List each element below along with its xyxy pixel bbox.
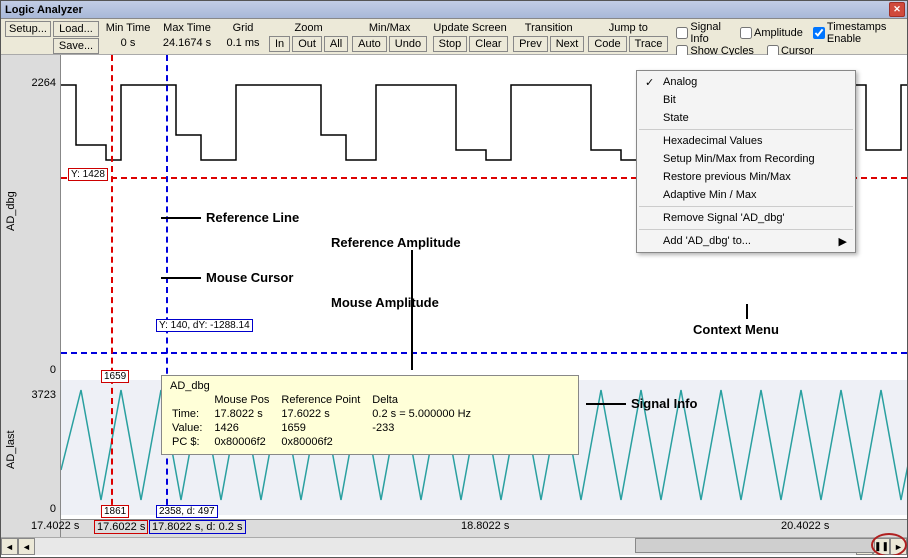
annot-signal-info: Signal Info xyxy=(631,396,697,411)
ctx-bit[interactable]: Bit xyxy=(639,91,853,109)
zoom-out-button[interactable]: Out xyxy=(292,36,322,52)
scroll-thumb[interactable] xyxy=(635,538,875,553)
x-red-bot-marker: 1861 xyxy=(101,505,129,518)
ctx-adaptive-minmax[interactable]: Adaptive Min / Max xyxy=(639,186,853,204)
zoom-label: Zoom xyxy=(279,21,339,35)
signal-label-column: AD_dbg AD_last xyxy=(1,55,21,555)
amplitude-check[interactable]: Amplitude xyxy=(740,21,803,45)
scroll-left2-button[interactable]: ◄ xyxy=(18,538,35,555)
transition-prev-button[interactable]: Prev xyxy=(513,36,548,52)
xaxis-v1: 17.4022 s xyxy=(31,520,79,532)
jump-code-button[interactable]: Code xyxy=(588,36,626,52)
signal-2-label: AD_last xyxy=(5,449,17,469)
signal-info-box: AD_dbg Mouse Pos Reference Point Delta T… xyxy=(161,375,579,455)
xaxis-v5: 20.4022 s xyxy=(781,520,829,532)
check-icon: ✓ xyxy=(645,76,654,89)
ctx-sep xyxy=(639,206,853,207)
close-button[interactable]: ✕ xyxy=(889,2,905,17)
ctx-add-signal[interactable]: Add 'AD_dbg' to...▶ xyxy=(639,232,853,250)
zoom-all-button[interactable]: All xyxy=(324,36,348,52)
setup-button[interactable]: Setup... xyxy=(5,21,51,37)
waveform-canvas[interactable]: Y: 1428 Y: 140, dY: -1288.14 1659 1861 2… xyxy=(61,55,907,519)
minmax-undo-button[interactable]: Undo xyxy=(389,36,427,52)
minmax-label: Min/Max xyxy=(358,21,422,35)
y-red-marker: Y: 1428 xyxy=(68,168,108,181)
min-time-value: 0 s xyxy=(103,36,153,50)
update-clear-button[interactable]: Clear xyxy=(469,36,507,52)
ctx-remove-signal[interactable]: Remove Signal 'AD_dbg' xyxy=(639,209,853,227)
jump-trace-button[interactable]: Trace xyxy=(629,36,669,52)
load-button[interactable]: Load... xyxy=(53,21,99,37)
ref-cursor-x[interactable] xyxy=(111,55,113,515)
ctx-sep xyxy=(639,229,853,230)
sig2-ymax: 3723 xyxy=(20,389,56,401)
signal-1-label: AD_dbg xyxy=(5,211,17,231)
logic-analyzer-window: Logic Analyzer ✕ Setup... Load... Save..… xyxy=(0,0,908,558)
ctx-state[interactable]: State xyxy=(639,109,853,127)
highlight-ellipse xyxy=(871,533,907,555)
sig2-ymin: 0 xyxy=(20,503,56,515)
ctx-restore-minmax[interactable]: Restore previous Min/Max xyxy=(639,168,853,186)
chevron-right-icon: ▶ xyxy=(839,235,847,248)
ctx-sep xyxy=(639,129,853,130)
scroll-track[interactable] xyxy=(35,538,856,555)
h-scrollbar[interactable]: ◄ ◄ ► ❚❚ ► xyxy=(1,537,907,555)
infobox-title: AD_dbg xyxy=(170,380,570,392)
save-button[interactable]: Save... xyxy=(53,38,99,54)
transition-label: Transition xyxy=(519,21,579,35)
grid-label: Grid xyxy=(221,21,265,35)
annot-ref-line: Reference Line xyxy=(206,210,299,225)
mouse-line-y[interactable] xyxy=(61,352,907,354)
ctx-setup-minmax[interactable]: Setup Min/Max from Recording xyxy=(639,150,853,168)
titlebar[interactable]: Logic Analyzer ✕ xyxy=(1,1,907,19)
grid-value: 0.1 ms xyxy=(221,36,265,50)
plot-area: AD_dbg AD_last 2264 0 3723 0 xyxy=(1,55,907,555)
annot-mouse-amp: Mouse Amplitude xyxy=(331,295,439,310)
signal-info-check[interactable]: Signal Info xyxy=(676,21,730,45)
sig1-ymax: 2264 xyxy=(20,77,56,89)
xaxis-v3: 17.8022 s, d: 0.2 s xyxy=(149,520,246,534)
max-time-label: Max Time xyxy=(157,21,217,35)
xaxis-v4: 18.8022 s xyxy=(461,520,509,532)
toolbar: Setup... Load... Save... Min Time 0 s Ma… xyxy=(1,19,907,55)
min-time-label: Min Time xyxy=(103,21,153,35)
zoom-in-button[interactable]: In xyxy=(269,36,290,52)
context-menu: ✓Analog Bit State Hexadecimal Values Set… xyxy=(636,70,856,253)
timestamps-check[interactable]: Timestamps Enable xyxy=(813,21,903,45)
annot-ref-amp: Reference Amplitude xyxy=(331,235,461,250)
sig1-ymin: 0 xyxy=(20,364,56,376)
jump-label: Jump to xyxy=(595,21,661,35)
yaxis-column: 2264 0 3723 0 xyxy=(21,55,61,555)
minmax-auto-button[interactable]: Auto xyxy=(352,36,387,52)
update-stop-button[interactable]: Stop xyxy=(433,36,468,52)
transition-next-button[interactable]: Next xyxy=(550,36,585,52)
window-title: Logic Analyzer xyxy=(5,4,83,16)
ctx-analog[interactable]: ✓Analog xyxy=(639,73,853,91)
y-blue-marker: Y: 140, dY: -1288.14 xyxy=(156,319,253,332)
update-label: Update Screen xyxy=(431,21,509,35)
annot-ctx-menu: Context Menu xyxy=(693,322,779,337)
max-time-value: 24.1674 s xyxy=(157,36,217,50)
scroll-left-button[interactable]: ◄ xyxy=(1,538,18,555)
x-blue-bot-marker: 2358, d: 497 xyxy=(156,505,218,518)
xaxis-v2: 17.6022 s xyxy=(94,520,148,534)
annot-mouse-cursor: Mouse Cursor xyxy=(206,270,293,285)
ctx-hex[interactable]: Hexadecimal Values xyxy=(639,132,853,150)
xaxis: 17.4022 s 17.6022 s 17.8022 s, d: 0.2 s … xyxy=(61,519,907,537)
x-red-top-marker: 1659 xyxy=(101,370,129,383)
